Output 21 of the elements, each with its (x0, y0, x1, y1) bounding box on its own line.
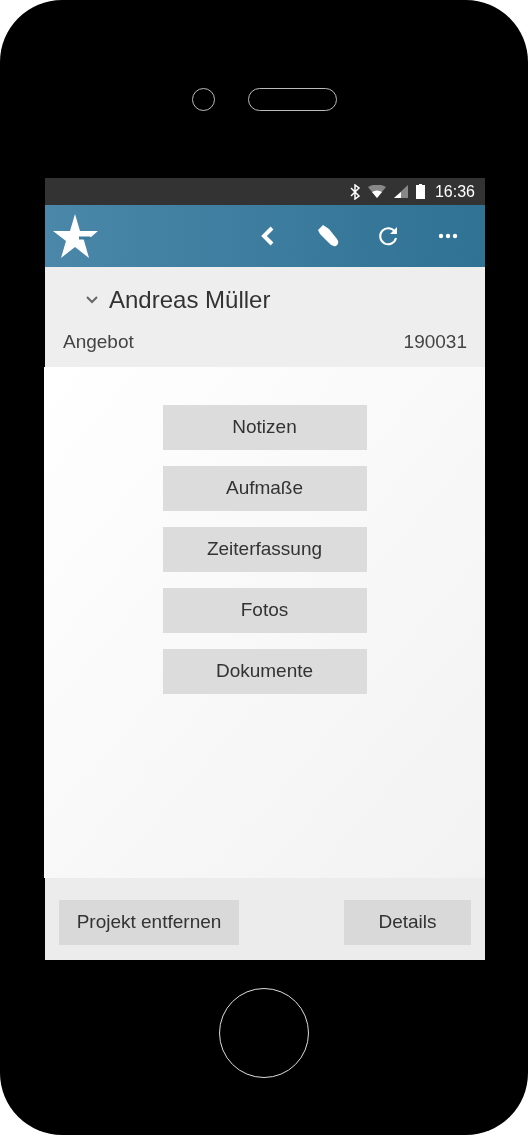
menu-button[interactable]: Notizen (162, 405, 367, 450)
menu-button[interactable]: Aufmaße (162, 466, 367, 511)
menu-button[interactable]: Zeiterfassung (162, 527, 367, 572)
star-logo-icon (53, 214, 99, 258)
battery-icon (415, 184, 425, 199)
bluetooth-icon (349, 183, 360, 200)
refresh-icon (377, 225, 399, 247)
chevron-down-icon[interactable] (85, 295, 99, 305)
signal-icon (393, 185, 408, 198)
menu-button[interactable]: Dokumente (162, 649, 367, 694)
footer-button[interactable]: Projekt entfernen (59, 900, 239, 945)
flashlight-icon (316, 225, 340, 247)
menu-button[interactable]: Fotos (162, 588, 367, 633)
chevron-left-icon (261, 226, 275, 246)
status-time: 16:36 (434, 181, 475, 202)
document-number: 190031 (403, 330, 467, 354)
footer-button[interactable]: Details (344, 900, 471, 945)
more-icon (438, 233, 458, 239)
customer-name: Andreas Müller (109, 285, 271, 315)
wifi-icon (367, 185, 386, 198)
document-type: Angebot (63, 330, 134, 354)
